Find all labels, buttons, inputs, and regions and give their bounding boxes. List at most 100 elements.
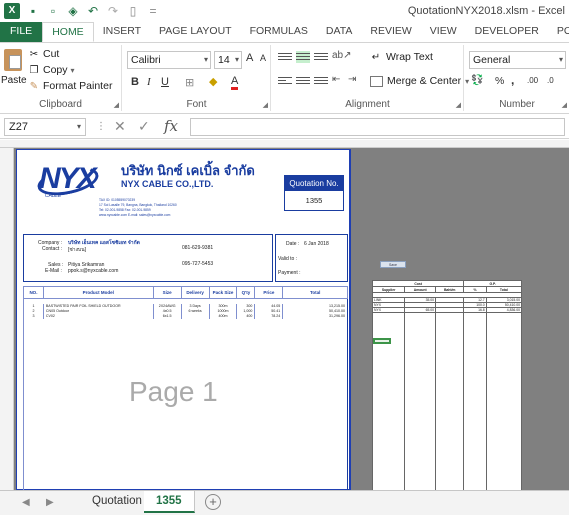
copy-button[interactable]: ❐ Copy ▾ — [28, 64, 75, 76]
terms-box: Date : 6 Jan 2018 Valid to : Payment : — [275, 234, 348, 282]
selected-cell[interactable] — [373, 338, 391, 344]
font-launcher-icon[interactable]: ◢ — [263, 101, 268, 109]
excel-window: X ▪ ▫ ◈ ↶ ↷ ▯ = QuotationNYX2018.xlsm - … — [0, 0, 569, 515]
save-button[interactable]: Save — [380, 261, 406, 268]
table-header-row: NO. Product Model Size Delivery Pack Siz… — [23, 286, 348, 299]
font-group: Calibri ▾ 14 ▾ A A B I U ⊞ ◆ A Font ◢ — [123, 45, 271, 111]
scroll-tabs-right-icon[interactable]: ▶ — [46, 497, 54, 508]
align-center-icon[interactable] — [296, 75, 310, 87]
increase-indent-icon[interactable]: ⇥ — [348, 74, 356, 85]
align-right-icon[interactable] — [314, 75, 328, 87]
increase-decimal-button[interactable]: .00 — [527, 76, 538, 85]
number-format-select[interactable]: General ▾ — [469, 51, 566, 69]
undo-icon[interactable]: ↶ — [86, 4, 100, 18]
tab-page-layout[interactable]: PAGE LAYOUT — [150, 22, 241, 42]
enter-icon[interactable]: ✓ — [138, 118, 150, 135]
company-info-line: TAX ID: 0105559070239 — [99, 198, 136, 202]
title-bar: X ▪ ▫ ◈ ↶ ↷ ▯ = QuotationNYX2018.xlsm - … — [0, 0, 569, 22]
number-launcher-icon[interactable]: ◢ — [562, 101, 567, 109]
shrink-font-button[interactable]: A — [260, 53, 266, 63]
font-color-button[interactable]: A — [231, 76, 239, 90]
align-middle-icon[interactable] — [296, 51, 310, 63]
sheet-tabs-bar: ◀ ▶ Quotation 1355 + — [0, 490, 569, 515]
tab-insert[interactable]: INSERT — [94, 22, 150, 42]
chevron-down-icon: ▾ — [203, 55, 208, 64]
chevron-down-icon: ▾ — [76, 122, 81, 131]
percent-button[interactable]: % — [495, 75, 504, 87]
decrease-indent-icon[interactable]: ⇤ — [332, 74, 340, 85]
italic-button[interactable]: I — [147, 76, 151, 88]
page-watermark: Page 1 — [129, 376, 218, 407]
insert-function-button[interactable]: fx — [164, 117, 178, 135]
merge-center-button[interactable]: Merge & Center ▾ — [370, 75, 469, 87]
font-group-label: Font — [186, 99, 207, 110]
align-bottom-icon[interactable] — [314, 51, 328, 63]
paste-icon[interactable] — [4, 49, 22, 71]
col-header: Delivery — [180, 286, 210, 299]
formula-input[interactable] — [190, 118, 565, 136]
cancel-icon[interactable]: ✕ — [114, 118, 126, 135]
col-header: Total — [282, 286, 348, 299]
bold-button[interactable]: B — [131, 76, 139, 88]
scissors-icon: ✂ — [29, 48, 39, 60]
comma-button[interactable]: , — [511, 73, 514, 87]
tab-developer[interactable]: DEVELOPER — [466, 22, 548, 42]
borders-icon[interactable]: ⊞ — [185, 76, 194, 89]
merge-icon — [370, 75, 383, 87]
col-header: Product Model — [42, 286, 154, 299]
row-headers[interactable] — [0, 148, 14, 490]
ribbon-tabs: FILE HOME INSERT PAGE LAYOUT FORMULAS DA… — [0, 22, 569, 42]
cut-button[interactable]: ✂ Cut — [28, 48, 60, 60]
scroll-tabs-left-icon[interactable]: ◀ — [22, 497, 30, 508]
name-box[interactable]: Z27 ▾ — [4, 118, 86, 136]
cost-table: Cost G.P. Supplier Amount Baht/m % Total… — [371, 280, 523, 490]
print-preview-icon[interactable]: ▫ — [46, 4, 60, 18]
tab-review[interactable]: REVIEW — [361, 22, 420, 42]
col-header: Pack Size — [208, 286, 238, 299]
col-header: Q'ty — [236, 286, 256, 299]
column-headers[interactable] — [0, 140, 569, 148]
align-top-icon[interactable] — [278, 51, 292, 63]
number-group: General ▾ 💱 % , .00 .0 Number ◢ — [465, 45, 569, 111]
tab-home[interactable]: HOME — [42, 22, 94, 42]
number-group-label: Number — [499, 99, 535, 110]
new-file-icon[interactable]: ▯ — [126, 4, 140, 18]
tab-view[interactable]: VIEW — [421, 22, 466, 42]
font-name-select[interactable]: Calibri ▾ — [127, 51, 211, 69]
tab-formulas[interactable]: FORMULAS — [241, 22, 317, 42]
col-header: Size — [152, 286, 182, 299]
wrap-text-button[interactable]: ↵ Wrap Text — [370, 51, 433, 63]
align-left-icon[interactable] — [278, 75, 292, 87]
format-painter-button[interactable]: ✎ Format Painter — [28, 80, 113, 92]
save-icon[interactable]: ▪ — [26, 4, 40, 18]
accounting-format-icon[interactable]: 💱 — [471, 75, 483, 86]
spelling-icon[interactable]: ◈ — [66, 4, 80, 18]
paste-button[interactable]: Paste — [1, 75, 27, 86]
customer-box: Company : บริษัท เอ็นเทค แอสโซซิเอท จำกั… — [23, 234, 273, 282]
orientation-icon[interactable]: ab↗ — [332, 50, 352, 61]
alignment-launcher-icon[interactable]: ◢ — [456, 101, 461, 109]
add-sheet-icon[interactable]: + — [205, 494, 221, 510]
ribbon: Paste ✂ Cut ❐ Copy ▾ ✎ Format Painter Clipbo… — [0, 42, 569, 114]
redo-icon[interactable]: ↷ — [106, 4, 120, 18]
excel-logo-icon: X — [4, 3, 20, 19]
clipboard-group: Paste ✂ Cut ❐ Copy ▾ ✎ Format Painter Clipbo… — [0, 45, 122, 111]
tab-powerpivot[interactable]: POWERPIVOT — [548, 22, 569, 42]
tab-data[interactable]: DATA — [317, 22, 361, 42]
tab-file[interactable]: FILE — [0, 22, 43, 42]
grow-font-button[interactable]: A — [246, 52, 253, 64]
worksheet-area[interactable]: NYX CABLE บริษัท นิกซ์ เคเบิ้ล จำกัด NYX… — [0, 140, 569, 490]
quotation-number: 1355 — [305, 196, 323, 205]
chevron-down-icon: ▾ — [558, 55, 563, 64]
decrease-decimal-button[interactable]: .0 — [547, 76, 554, 85]
quotation-label: Quotation No. — [285, 176, 343, 191]
company-name-thai: บริษัท นิกซ์ เคเบิ้ล จำกัด — [121, 163, 255, 178]
font-size-select[interactable]: 14 ▾ — [214, 51, 242, 69]
sheet-tab-1355[interactable]: 1355 — [144, 491, 195, 513]
clipboard-launcher-icon[interactable]: ◢ — [114, 101, 119, 109]
customize-qat-icon[interactable]: = — [146, 4, 160, 18]
fill-color-icon[interactable]: ◆ — [209, 75, 217, 88]
underline-button[interactable]: U — [161, 76, 169, 88]
alignment-group-label: Alignment — [345, 99, 390, 110]
nyx-logo: NYX CABLE — [34, 160, 102, 201]
